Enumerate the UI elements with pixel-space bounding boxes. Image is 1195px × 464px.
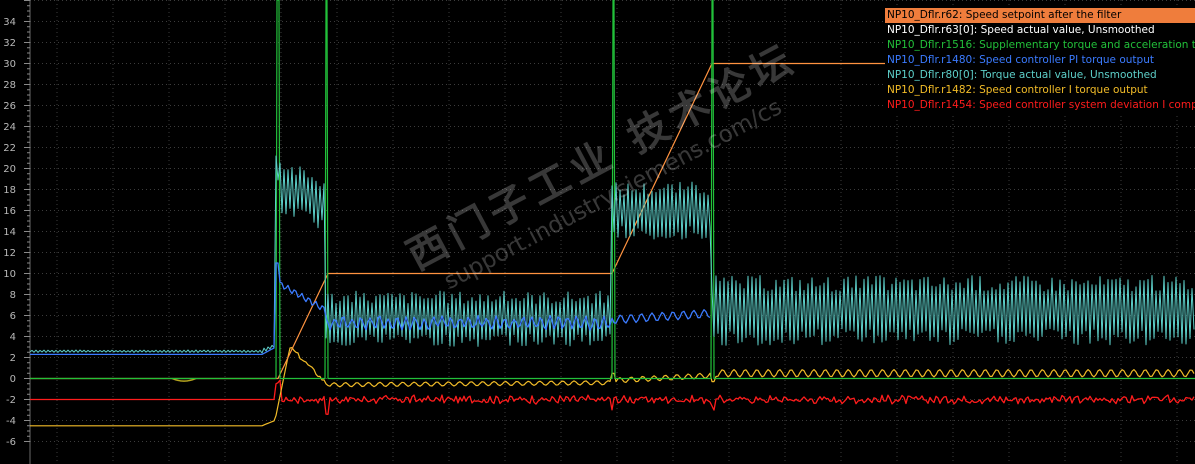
y-tick-label: 34 — [3, 17, 16, 28]
y-tick-label: 14 — [3, 227, 16, 238]
legend-item-r63[interactable]: NP10_Dflr.r63[0]: Speed actual value, Un… — [885, 23, 1195, 38]
legend-item-r1480[interactable]: NP10_Dflr.r1480: Speed controller PI tor… — [885, 53, 1195, 68]
y-tick-label: 24 — [3, 122, 16, 133]
y-tick-label: 10 — [3, 269, 16, 280]
y-tick-labels: 3432302826242220181614121086420-2-4-6 — [3, 17, 16, 448]
trace-r1454 — [30, 379, 1195, 415]
y-tick-label: -2 — [6, 395, 16, 406]
y-tick-label: 26 — [3, 101, 16, 112]
trace-legend[interactable]: NP10_Dflr.r62: Speed setpoint after the … — [885, 8, 1195, 113]
y-tick-label: -4 — [6, 416, 16, 427]
y-tick-label: -6 — [6, 437, 16, 448]
legend-item-r1454[interactable]: NP10_Dflr.r1454: Speed controller system… — [885, 98, 1195, 113]
y-tick-label: 32 — [3, 38, 16, 49]
y-tick-label: 30 — [3, 59, 16, 70]
y-tick-label: 20 — [3, 164, 16, 175]
legend-item-r1482[interactable]: NP10_Dflr.r1482: Speed controller I torq… — [885, 83, 1195, 98]
y-tick-label: 4 — [10, 332, 16, 343]
trace-r1480 — [30, 262, 711, 356]
y-tick-label: 28 — [3, 80, 16, 91]
legend-item-r62[interactable]: NP10_Dflr.r62: Speed setpoint after the … — [885, 8, 1195, 23]
y-tick-label: 2 — [10, 353, 16, 364]
y-tick-label: 12 — [3, 248, 16, 259]
y-tick-label: 6 — [10, 311, 16, 322]
y-tick-label: 16 — [3, 206, 16, 217]
y-tick-label: 0 — [10, 374, 16, 385]
y-tick-label: 8 — [10, 290, 16, 301]
y-tick-label: 22 — [3, 143, 16, 154]
y-axis — [24, 0, 31, 464]
y-tick-label: 18 — [3, 185, 16, 196]
legend-item-r1516[interactable]: NP10_Dflr.r1516: Supplementary torque an… — [885, 38, 1195, 53]
legend-item-r80[interactable]: NP10_Dflr.r80[0]: Torque actual value, U… — [885, 68, 1195, 83]
